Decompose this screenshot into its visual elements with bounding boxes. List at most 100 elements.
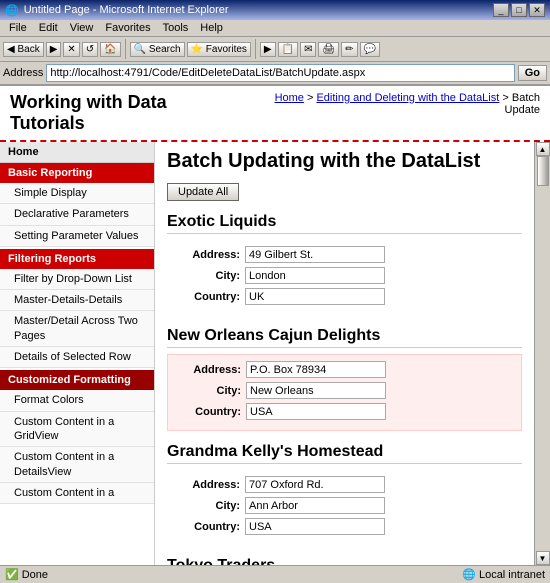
- toolbar-separator-2: [255, 39, 256, 59]
- status-text: Done: [22, 569, 48, 581]
- company-section-0: Exotic Liquids Address: City: Country:: [167, 213, 522, 315]
- address-label-0: Address:: [175, 249, 240, 261]
- company-name-0: Exotic Liquids: [167, 213, 522, 234]
- company-name-1: New Orleans Cajun Delights: [167, 327, 522, 348]
- sidebar-section-filtering-reports: Filtering Reports: [0, 249, 154, 269]
- title-bar-left: 🌐 Untitled Page - Microsoft Internet Exp…: [5, 4, 229, 17]
- sidebar-section-basic-reporting: Basic Reporting: [0, 163, 154, 183]
- address-input-1[interactable]: [246, 361, 386, 378]
- page-body: Home Basic Reporting Simple Display Decl…: [0, 142, 550, 565]
- search-button[interactable]: 🔍 Search: [130, 42, 185, 57]
- refresh-button[interactable]: ↺: [82, 42, 98, 57]
- sidebar-item-master-details[interactable]: Master-Details-Details: [0, 290, 154, 311]
- city-row-0: City:: [175, 267, 514, 284]
- menu-file[interactable]: File: [3, 21, 33, 35]
- city-input-0[interactable]: [245, 267, 385, 284]
- address-input-0[interactable]: [245, 246, 385, 263]
- sidebar-item-filter-dropdown[interactable]: Filter by Drop-Down List: [0, 269, 154, 290]
- country-input-2[interactable]: [245, 518, 385, 535]
- country-row-1: Country:: [176, 403, 513, 420]
- stop-button[interactable]: ✕: [63, 42, 79, 57]
- page-wrapper: Working with Data Tutorials Home > Editi…: [0, 86, 550, 565]
- company-section-2: Grandma Kelly's Homestead Address: City:…: [167, 443, 522, 545]
- country-label-0: Country:: [175, 291, 240, 303]
- scrollbar-vertical[interactable]: ▲ ▼: [534, 142, 550, 565]
- sidebar-item-simple-display[interactable]: Simple Display: [0, 183, 154, 204]
- city-label-2: City:: [175, 500, 240, 512]
- sidebar-section-customized-formatting: Customized Formatting: [0, 370, 154, 390]
- print-button[interactable]: 🖨: [318, 42, 339, 57]
- toolbar: ◀ Back ▶ ✕ ↺ 🏠 🔍 Search ⭐ Favorites ▶ 📋 …: [0, 37, 550, 62]
- scroll-up-arrow[interactable]: ▲: [536, 142, 550, 156]
- maximize-button[interactable]: □: [511, 3, 527, 17]
- title-bar: 🌐 Untitled Page - Microsoft Internet Exp…: [0, 0, 550, 20]
- address-label-2: Address:: [175, 479, 240, 491]
- scroll-thumb[interactable]: [537, 156, 549, 186]
- close-button[interactable]: ✕: [529, 3, 545, 17]
- go-button[interactable]: Go: [518, 65, 547, 81]
- menu-tools[interactable]: Tools: [157, 21, 195, 35]
- status-right: 🌐 Local intranet: [462, 568, 545, 581]
- sidebar-home[interactable]: Home: [0, 142, 154, 163]
- country-input-0[interactable]: [245, 288, 385, 305]
- menu-bar: File Edit View Favorites Tools Help: [0, 20, 550, 37]
- sidebar-item-master-detail-two-pages[interactable]: Master/Detail Across Two Pages: [0, 311, 154, 347]
- scroll-track: [536, 156, 550, 551]
- zone-text: Local intranet: [479, 569, 545, 581]
- country-row-2: Country:: [175, 518, 514, 535]
- sidebar-item-custom-content-more[interactable]: Custom Content in a: [0, 483, 154, 504]
- sidebar-item-details-selected-row[interactable]: Details of Selected Row: [0, 347, 154, 368]
- city-input-1[interactable]: [246, 382, 386, 399]
- company-form-2: Address: City: Country:: [167, 470, 522, 545]
- history-button[interactable]: 📋: [278, 42, 298, 57]
- page-header: Working with Data Tutorials Home > Editi…: [0, 86, 550, 142]
- sidebar-item-custom-content-detailsview[interactable]: Custom Content in a DetailsView: [0, 447, 154, 483]
- window-title: Untitled Page - Microsoft Internet Explo…: [24, 4, 229, 16]
- company-name-2: Grandma Kelly's Homestead: [167, 443, 522, 464]
- address-bar: Address Go: [0, 62, 550, 86]
- menu-favorites[interactable]: Favorites: [99, 21, 156, 35]
- menu-view[interactable]: View: [64, 21, 100, 35]
- back-button[interactable]: ◀ Back: [3, 42, 44, 57]
- menu-help[interactable]: Help: [194, 21, 229, 35]
- sidebar-item-setting-parameter-values[interactable]: Setting Parameter Values: [0, 226, 154, 247]
- home-button[interactable]: 🏠: [100, 42, 120, 57]
- city-input-2[interactable]: [245, 497, 385, 514]
- favorites-button[interactable]: ⭐ Favorites: [187, 42, 251, 57]
- sidebar-item-custom-content-gridview[interactable]: Custom Content in a GridView: [0, 412, 154, 448]
- scroll-down-arrow[interactable]: ▼: [536, 551, 550, 565]
- toolbar-separator-1: [125, 39, 126, 59]
- company-section-1: New Orleans Cajun Delights Address: City…: [167, 327, 522, 431]
- edit-button[interactable]: ✏: [341, 42, 357, 57]
- discuss-button[interactable]: 💬: [360, 42, 380, 57]
- browser-icon: 🌐: [5, 4, 19, 17]
- country-label-1: Country:: [176, 406, 241, 418]
- address-row-1: Address:: [176, 361, 513, 378]
- breadcrumb-home[interactable]: Home: [275, 92, 304, 104]
- city-label-0: City:: [175, 270, 240, 282]
- address-label: Address: [3, 67, 43, 79]
- sidebar: Home Basic Reporting Simple Display Decl…: [0, 142, 155, 565]
- breadcrumb: Home > Editing and Deleting with the Dat…: [242, 92, 540, 116]
- mail-button[interactable]: ✉: [300, 42, 316, 57]
- address-input-2[interactable]: [245, 476, 385, 493]
- city-row-2: City:: [175, 497, 514, 514]
- media-button[interactable]: ▶: [260, 42, 276, 57]
- company-form-0: Address: City: Country:: [167, 240, 522, 315]
- address-row-2: Address:: [175, 476, 514, 493]
- country-label-2: Country:: [175, 521, 240, 533]
- update-all-button[interactable]: Update All: [167, 183, 239, 201]
- menu-edit[interactable]: Edit: [33, 21, 64, 35]
- sidebar-item-format-colors[interactable]: Format Colors: [0, 390, 154, 411]
- sidebar-item-declarative-parameters[interactable]: Declarative Parameters: [0, 204, 154, 225]
- window-controls: _ □ ✕: [493, 3, 545, 17]
- breadcrumb-section[interactable]: Editing and Deleting with the DataList: [316, 92, 499, 104]
- address-label-1: Address:: [176, 364, 241, 376]
- address-input[interactable]: [46, 64, 514, 82]
- country-input-1[interactable]: [246, 403, 386, 420]
- company-form-1: Address: City: Country:: [167, 354, 522, 431]
- minimize-button[interactable]: _: [493, 3, 509, 17]
- forward-button[interactable]: ▶: [46, 42, 62, 57]
- city-row-1: City:: [176, 382, 513, 399]
- country-row-0: Country:: [175, 288, 514, 305]
